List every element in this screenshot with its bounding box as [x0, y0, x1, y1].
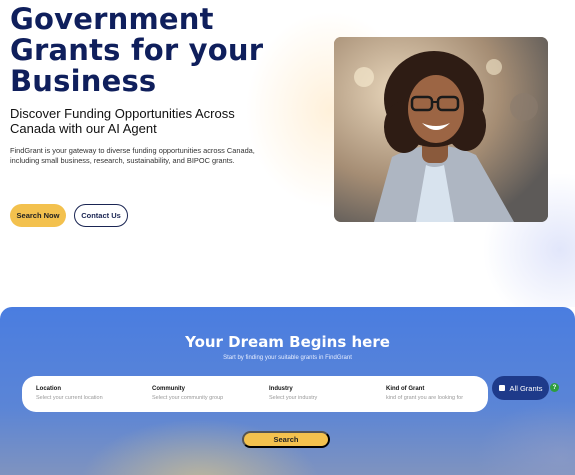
hero-photo [334, 37, 548, 222]
search-filter-card: Location Select your current location Co… [22, 376, 488, 412]
hero-description: FindGrant is your gateway to diverse fun… [10, 146, 255, 165]
contact-us-button[interactable]: Contact Us [74, 204, 128, 227]
search-now-button[interactable]: Search Now [10, 204, 66, 227]
checkbox-icon [498, 385, 505, 391]
industry-placeholder: Select your industry [269, 395, 318, 401]
search-button[interactable]: Search [242, 431, 330, 448]
search-section-subtitle: Start by finding your suitable grants in… [223, 355, 352, 361]
hero-title: Government Grants for your Business [10, 2, 264, 98]
hero-section: Government Grants for your Business Disc… [0, 0, 575, 307]
kind-of-grant-field[interactable]: Kind of Grant kind of grant you are look… [386, 385, 463, 403]
search-section-title: Your Dream Begins here [185, 333, 390, 351]
kind-of-grant-placeholder: kind of grant you are looking for [386, 395, 464, 401]
community-placeholder: Select your community group [152, 395, 224, 401]
all-grants-label: All Grants [509, 383, 543, 393]
industry-label: Industry [269, 386, 293, 392]
location-label: Location [36, 386, 61, 392]
search-section: Your Dream Begins here Start by finding … [0, 307, 575, 475]
industry-field[interactable]: Industry Select your industry [269, 385, 317, 403]
help-icon[interactable]: ? [550, 383, 559, 392]
community-field[interactable]: Community Select your community group [152, 385, 223, 403]
all-grants-toggle[interactable]: All Grants [492, 376, 549, 400]
location-placeholder: Select your current location [36, 395, 103, 401]
hero-subtitle: Discover Funding Opportunities Across Ca… [10, 106, 235, 136]
location-field[interactable]: Location Select your current location [36, 385, 103, 403]
kind-of-grant-label: Kind of Grant [386, 386, 425, 392]
community-label: Community [152, 386, 185, 392]
portrait-illustration [334, 37, 548, 222]
